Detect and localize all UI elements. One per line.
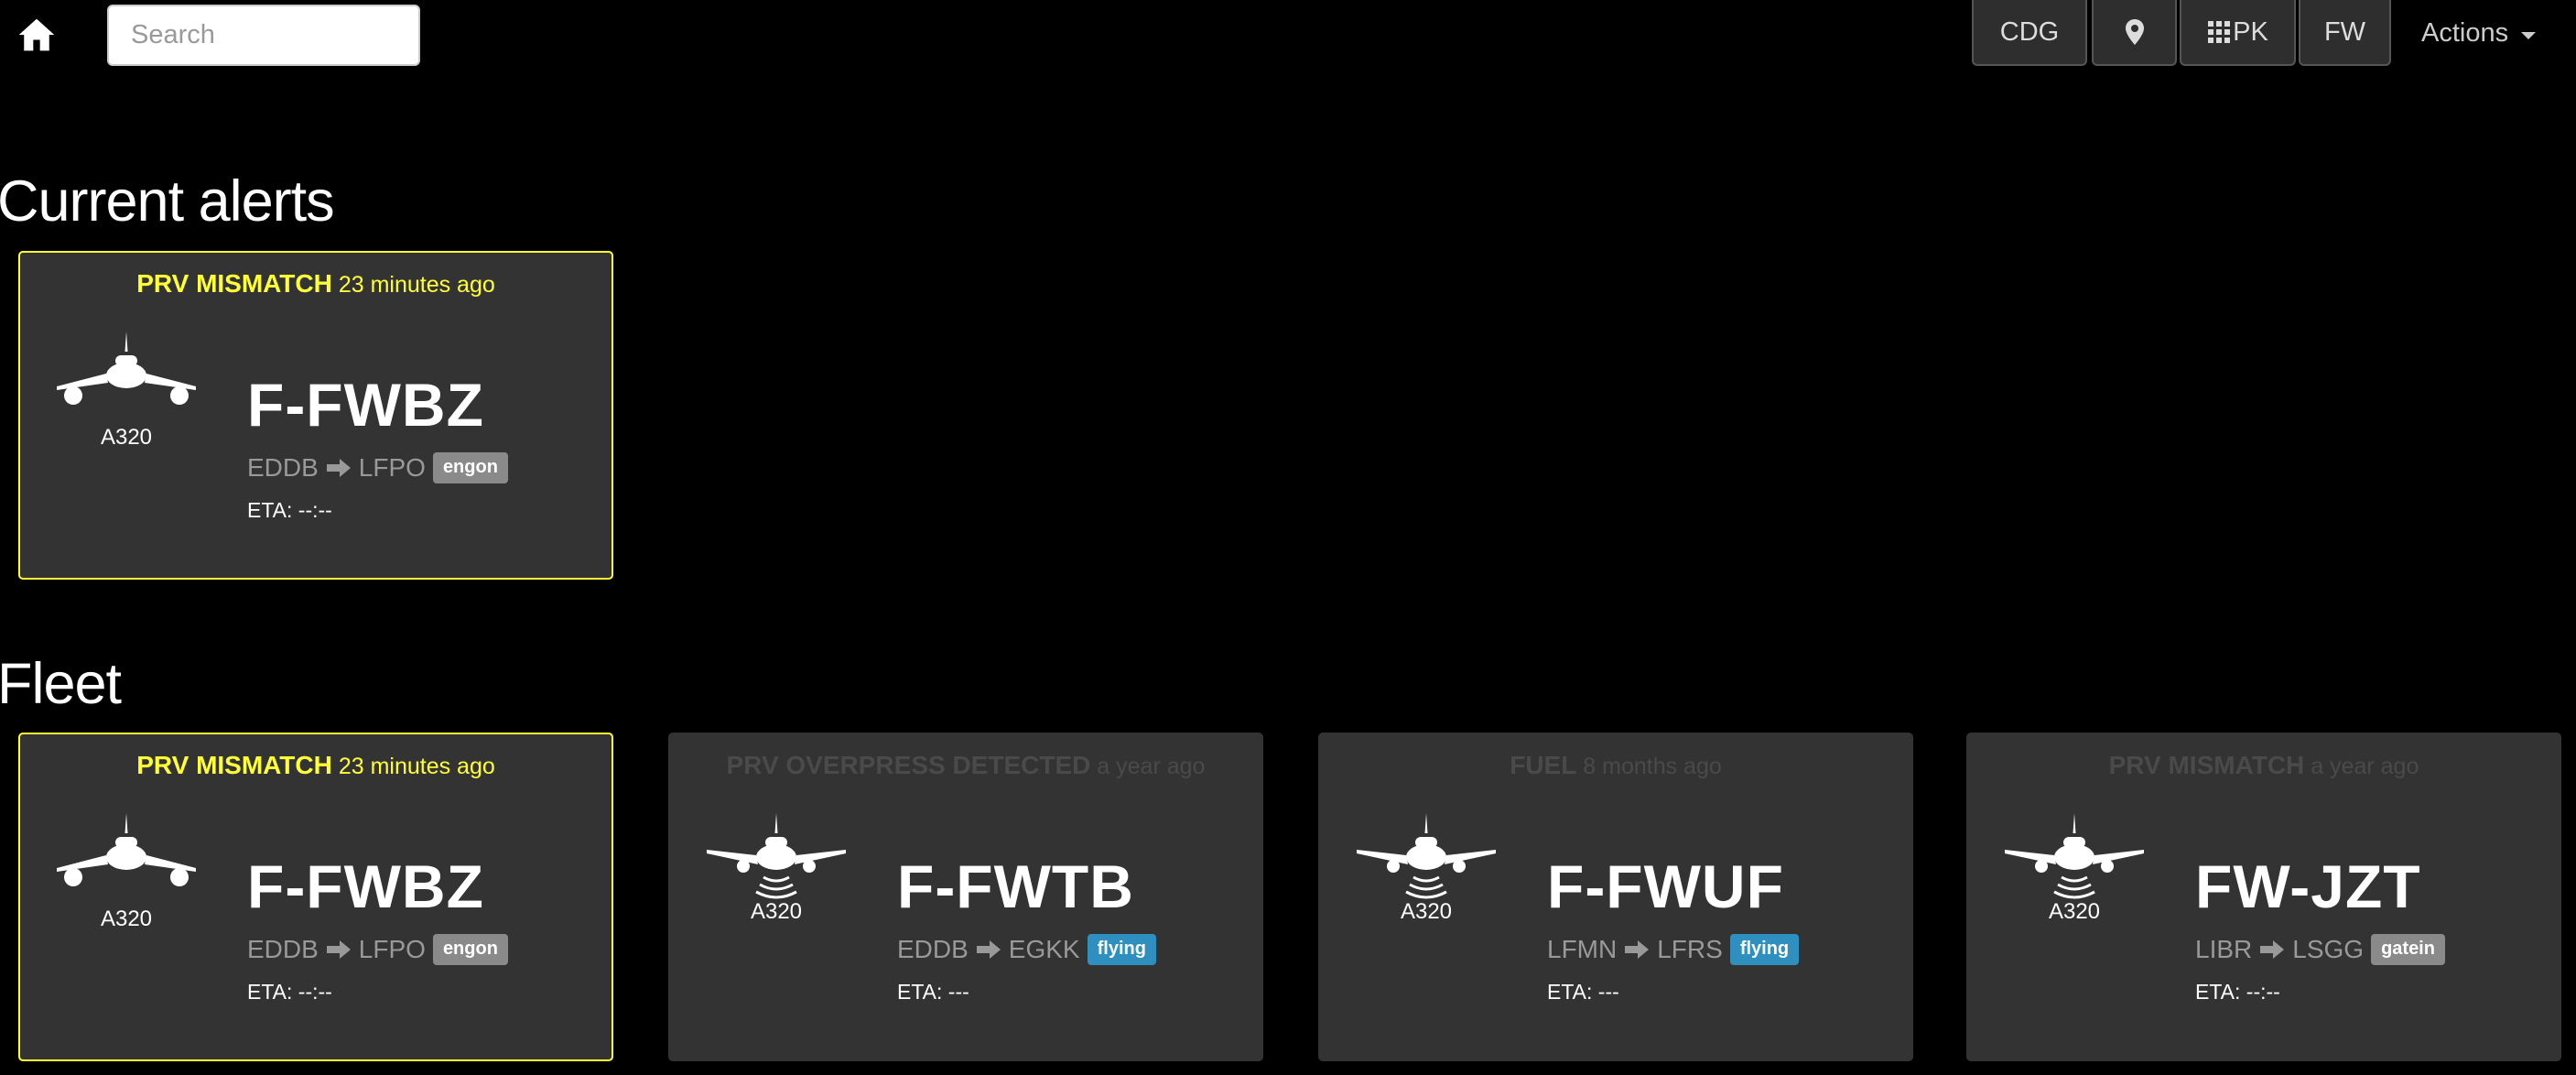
home-icon[interactable] — [16, 15, 57, 55]
map-pin-icon — [2125, 19, 2144, 45]
alert-time: a year ago — [1097, 754, 1206, 779]
fleet-heading: Fleet — [0, 652, 122, 716]
eta: ETA: --:-- — [2195, 980, 2280, 1004]
destination: EGKK — [1008, 935, 1080, 963]
alert-name: PRV OVERPRESS DETECTED — [726, 751, 1091, 779]
route: LIBR LSGG gatein — [2195, 934, 2445, 965]
chevron-down-icon — [2521, 31, 2537, 39]
aircraft-type: A320 — [100, 425, 153, 450]
actions-label: Actions — [2421, 18, 2509, 48]
eta: ETA: --:-- — [247, 498, 332, 522]
origin: LFMN — [1547, 935, 1618, 963]
destination: LFPO — [358, 935, 426, 963]
arrow-right-icon — [326, 459, 351, 477]
status-badge: gatein — [2371, 934, 2445, 965]
grid-icon — [2208, 21, 2231, 43]
arrow-right-icon — [326, 940, 351, 959]
status-badge: flying — [1729, 934, 1800, 965]
aircraft-card[interactable]: FUEL 8 months ago A320 F-FWUF LFMN LFRS … — [1318, 733, 1913, 1061]
route: EDDB EGKK flying — [897, 934, 1156, 965]
alert-time: 8 months ago — [1583, 754, 1722, 779]
alert-time: a year ago — [2311, 754, 2419, 779]
alert-name: PRV MISMATCH — [136, 751, 332, 779]
origin: EDDB — [897, 935, 969, 963]
aircraft-card[interactable]: PRV MISMATCH 23 minutes ago A320 F-FWBZ … — [18, 251, 613, 580]
current-alerts-heading: Current alerts — [0, 169, 335, 233]
alert-name: FUEL — [1510, 751, 1577, 779]
alert-name: PRV MISMATCH — [136, 269, 332, 298]
pk-label: PK — [2233, 16, 2268, 47]
arrow-right-icon — [2260, 940, 2285, 959]
aircraft-type: A320 — [2048, 899, 2101, 924]
fw-label: FW — [2323, 16, 2366, 47]
eta: ETA: --- — [897, 980, 969, 1004]
alert-line: FUEL 8 months ago — [1320, 751, 1911, 780]
route: EDDB LFPO engon — [247, 452, 508, 483]
route: EDDB LFPO engon — [247, 934, 508, 965]
origin: EDDB — [247, 935, 319, 963]
status-badge: engon — [432, 452, 508, 483]
alert-line: PRV MISMATCH 23 minutes ago — [20, 751, 612, 780]
pk-button[interactable]: PK — [2180, 0, 2296, 66]
aircraft-card[interactable]: PRV MISMATCH 23 minutes ago A320 F-FWBZ … — [18, 733, 613, 1061]
destination: LSGG — [2292, 935, 2365, 963]
registration: F-FWBZ — [247, 852, 484, 920]
destination: LFPO — [358, 453, 426, 482]
app-root: CDG PK FW Actions Current alerts PRV MIS… — [0, 0, 2576, 1075]
alert-line: PRV MISMATCH 23 minutes ago — [20, 269, 612, 299]
arrow-right-icon — [976, 940, 1001, 959]
fw-button[interactable]: FW — [2299, 0, 2391, 66]
aircraft-card[interactable]: PRV OVERPRESS DETECTED a year ago A320 F… — [668, 733, 1263, 1061]
destination: LFRS — [1657, 935, 1723, 963]
airport-cdg-button[interactable]: CDG — [1972, 0, 2087, 66]
alert-name: PRV MISMATCH — [2108, 751, 2305, 779]
registration: F-FWUF — [1547, 852, 1784, 920]
status-badge: engon — [432, 934, 508, 965]
eta: ETA: --- — [1547, 980, 1619, 1004]
search-input[interactable] — [107, 5, 420, 66]
map-pin-button[interactable] — [2092, 0, 2177, 66]
origin: EDDB — [247, 453, 319, 482]
route: LFMN LFRS flying — [1547, 934, 1800, 965]
aircraft-type: A320 — [100, 907, 153, 931]
arrow-right-icon — [1625, 940, 1650, 959]
registration: F-FWBZ — [247, 371, 484, 439]
registration: F-FWTB — [897, 852, 1134, 920]
alert-line: PRV MISMATCH a year ago — [1968, 751, 2560, 780]
registration: FW-JZT — [2195, 852, 2421, 920]
actions-dropdown[interactable]: Actions — [2421, 18, 2537, 49]
airport-cdg-label: CDG — [1999, 16, 2060, 47]
origin: LIBR — [2195, 935, 2253, 963]
aircraft-type: A320 — [1400, 899, 1453, 924]
eta: ETA: --:-- — [247, 980, 332, 1004]
alert-time: 23 minutes ago — [338, 272, 495, 298]
aircraft-type: A320 — [750, 899, 803, 924]
alert-line: PRV OVERPRESS DETECTED a year ago — [670, 751, 1261, 780]
aircraft-card[interactable]: PRV MISMATCH a year ago A320 FW-JZT LIBR — [1966, 733, 2561, 1061]
status-badge: flying — [1087, 934, 1156, 965]
alert-time: 23 minutes ago — [338, 754, 495, 779]
